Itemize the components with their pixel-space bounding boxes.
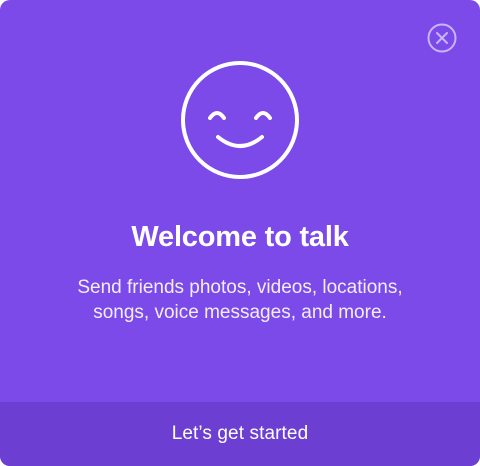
dialog-description: Send friends photos, videos, locations, … xyxy=(77,277,403,323)
close-button[interactable] xyxy=(426,22,458,54)
close-icon xyxy=(426,22,458,54)
get-started-label: Let’s get started xyxy=(171,423,309,444)
smiley-face-icon xyxy=(180,60,300,180)
dialog-title: Welcome to talk xyxy=(131,221,349,253)
get-started-button[interactable]: Let’s get started xyxy=(0,402,480,466)
welcome-dialog: Welcome to talk Send friends photos, vid… xyxy=(0,0,480,466)
